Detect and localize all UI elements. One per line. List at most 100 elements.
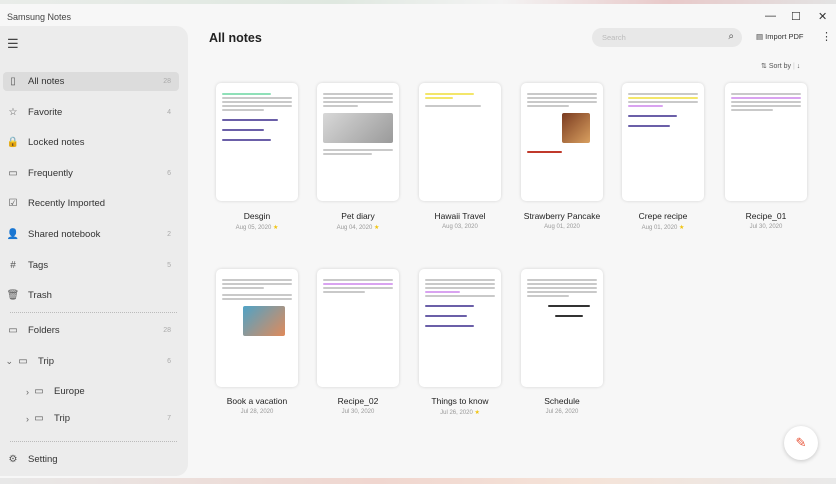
note-card[interactable] (521, 269, 603, 387)
sidebar-icon: 👤 (6, 229, 20, 240)
sidebar-item-count: 4 (167, 108, 171, 116)
note-date-text: Aug 04, 2020 (336, 225, 373, 231)
sort-icon: ⇅ (761, 63, 769, 70)
sidebar-icon: 🔒 (6, 137, 20, 149)
note-date-text: Aug 01, 2020 (641, 225, 678, 231)
sidebar-item-recently-imported[interactable]: ☑ Recently Imported (3, 194, 179, 213)
chevron-icon[interactable]: ⌄ (3, 356, 13, 367)
sidebar-item-label: Locked notes (28, 137, 85, 149)
note-date: Jul 30, 2020 (706, 224, 826, 230)
folder-item[interactable]: ⌄ ▭ Trip 6 (3, 352, 179, 371)
note-card[interactable] (419, 269, 501, 387)
divider (10, 441, 177, 442)
note-title[interactable]: Crepe recipe (603, 211, 723, 221)
sidebar-item-locked-notes[interactable]: 🔒 Locked notes (3, 133, 179, 152)
search-input[interactable]: Search ⌕ (592, 28, 742, 47)
note-title[interactable]: Recipe_01 (706, 211, 826, 221)
sidebar-item-label: Folders (28, 325, 60, 336)
note-date-text: Jul 26, 2020 (440, 410, 473, 416)
folder-icon: ▭ (34, 413, 44, 424)
folder-icon: ▭ (34, 386, 44, 397)
sidebar-item-folders[interactable]: ▭ Folders 28 (3, 321, 179, 340)
note-card[interactable] (725, 83, 807, 201)
favorite-star-icon: ★ (474, 410, 480, 416)
note-date: Jul 26, 2020 (502, 409, 622, 415)
sort-button[interactable]: ⇅ Sort by | ↓ (761, 62, 800, 70)
folder-label: Europe (54, 386, 85, 397)
note-card[interactable] (419, 83, 501, 201)
close-button[interactable]: ✕ (818, 10, 827, 23)
sidebar-item-shared-notebook[interactable]: 👤 Shared notebook 2 (3, 225, 179, 244)
sidebar-item-count: 28 (163, 327, 171, 334)
note-card[interactable] (216, 269, 298, 387)
note-date-text: Aug 05, 2020 (235, 225, 272, 231)
app-title: Samsung Notes (7, 12, 72, 22)
folder-icon: ▭ (8, 325, 18, 336)
sidebar-icon: 🗑 (6, 290, 20, 302)
sidebar-item-tags[interactable]: # Tags 5 (3, 256, 179, 275)
more-options-icon[interactable]: ⋮ (821, 30, 832, 43)
title-bar-accent (0, 0, 836, 4)
sidebar-item-frequently[interactable]: ▭ Frequently 6 (3, 164, 179, 183)
divider (10, 312, 177, 313)
minimize-button[interactable]: — (765, 10, 776, 22)
note-date-text: Jul 30, 2020 (341, 409, 375, 415)
note-date-text: Jul 26, 2020 (545, 409, 579, 415)
sidebar-icon: ▭ (8, 167, 18, 179)
gear-icon: ⚙ (8, 454, 18, 465)
folder-count: 7 (167, 415, 171, 422)
new-note-button[interactable]: ✎ (784, 426, 818, 460)
sidebar-item-label: Shared notebook (28, 229, 101, 240)
note-card[interactable] (317, 83, 399, 201)
folder-label: Trip (54, 413, 71, 424)
note-card[interactable] (317, 269, 399, 387)
sidebar-item-all-notes[interactable]: ▯ All notes 28 (3, 72, 179, 91)
import-pdf-label: Import PDF (765, 32, 804, 41)
sidebar-icon: # (10, 259, 16, 271)
note-title[interactable]: Schedule (502, 396, 622, 406)
search-placeholder: Search (602, 33, 626, 42)
sidebar-item-setting[interactable]: ⚙ Setting (3, 450, 179, 469)
sort-direction-icon[interactable]: ↓ (797, 63, 801, 70)
import-pdf-button[interactable]: ▤ Import PDF (756, 32, 804, 41)
folder-count: 6 (167, 358, 171, 365)
favorite-star-icon: ★ (678, 225, 685, 231)
sidebar-item-count: 2 (167, 231, 171, 238)
sidebar-item-label: Trash (28, 290, 52, 302)
note-card[interactable] (521, 83, 603, 201)
sidebar-item-count: 5 (167, 261, 171, 269)
hamburger-menu-icon[interactable]: ☰ (7, 36, 19, 52)
note-date-text: Jul 30, 2020 (749, 224, 783, 230)
sidebar-item-label: Frequently (28, 167, 73, 179)
bottom-accent (0, 478, 836, 484)
folder-label: Trip (38, 356, 55, 367)
sidebar: ☰ ▯ All notes 28 ☆ Favorite 4 🔒 Locked notes ▭ Fr… (0, 26, 188, 476)
note-card[interactable] (622, 83, 704, 201)
sort-label: Sort by (768, 63, 791, 70)
sidebar-item-label: Recently Imported (28, 198, 106, 210)
sidebar-item-count: 6 (167, 169, 171, 177)
folder-item[interactable]: › ▭ Europe (3, 382, 179, 401)
favorite-star-icon: ★ (373, 225, 380, 231)
sidebar-icon: ☑ (8, 198, 18, 210)
sidebar-item-label: Favorite (28, 106, 63, 118)
sidebar-icon: ▯ (10, 76, 16, 87)
sidebar-item-trash[interactable]: 🗑 Trash (3, 286, 179, 305)
search-icon[interactable]: ⌕ (728, 31, 734, 42)
page-title: All notes (209, 31, 262, 45)
note-date-text: Jul 28, 2020 (240, 409, 274, 415)
compose-icon: ✎ (795, 435, 807, 450)
sidebar-item-label: Tags (28, 259, 49, 271)
import-pdf-icon: ▤ (756, 32, 766, 41)
sidebar-item-label: All notes (28, 76, 65, 87)
note-card[interactable] (216, 83, 298, 201)
sidebar-icon: ☆ (8, 106, 18, 118)
favorite-star-icon: ★ (272, 225, 279, 231)
sidebar-item-favorite[interactable]: ☆ Favorite 4 (3, 103, 179, 122)
note-date-text: Aug 01, 2020 (544, 224, 580, 230)
chevron-icon[interactable]: › (3, 414, 29, 424)
maximize-button[interactable]: ☐ (791, 10, 801, 23)
chevron-icon[interactable]: › (3, 387, 29, 397)
sidebar-item-count: 28 (163, 78, 171, 85)
folder-item[interactable]: › ▭ Trip 7 (3, 409, 179, 428)
